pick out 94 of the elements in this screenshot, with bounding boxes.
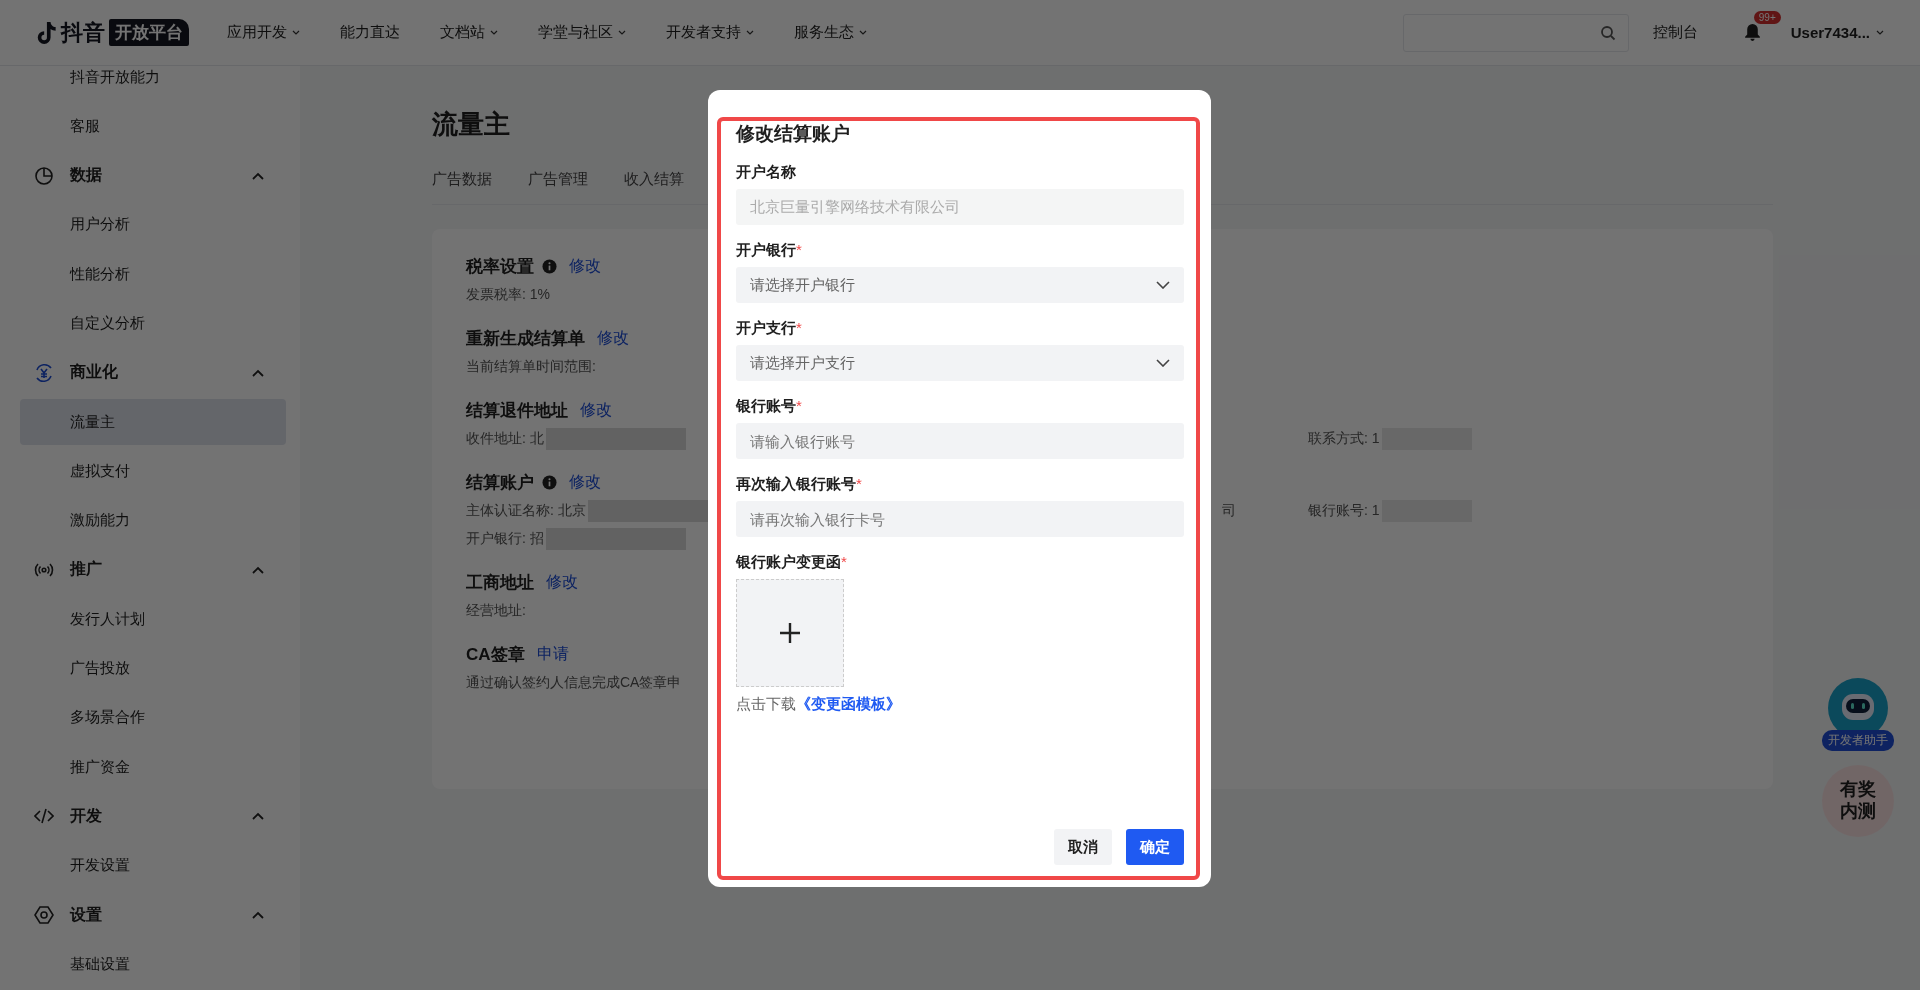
- field-text: 通过确认签约人信息完成CA签章申: [466, 674, 682, 692]
- sidebar-item[interactable]: 推广资金: [20, 744, 286, 791]
- caret-icon: [618, 30, 626, 35]
- field-text: 开户银行: 招: [466, 530, 544, 548]
- chevron-down-icon: [1156, 359, 1170, 367]
- tab[interactable]: 广告数据: [432, 164, 492, 204]
- field-label: 银行账号*: [736, 396, 803, 416]
- edit-link[interactable]: 修改: [569, 255, 601, 277]
- caret-icon: [1876, 30, 1884, 35]
- sidebar-item[interactable]: 抖音开放能力: [20, 66, 286, 100]
- chevron-icon: [252, 565, 264, 574]
- search-field[interactable]: [1402, 13, 1629, 52]
- input-field[interactable]: 请输入银行账号: [736, 423, 1184, 459]
- section-title: CA签章: [466, 643, 525, 666]
- field-label: 开户银行*: [736, 240, 803, 260]
- logo-text: 抖音: [61, 18, 105, 47]
- nav-link[interactable]: 服务生态: [794, 23, 867, 42]
- nav-link[interactable]: 文档站: [440, 23, 498, 42]
- field-label: 开户名称: [736, 162, 797, 182]
- info-icon: [542, 474, 557, 490]
- console-link[interactable]: 控制台: [1652, 23, 1698, 42]
- field-text: 当前结算单时间范围:: [466, 358, 596, 376]
- field-text: 银行账号: 1: [1308, 502, 1380, 520]
- sidebar-item[interactable]: 性能分析: [20, 251, 286, 298]
- field-text: 主体认证名称: 北京: [466, 502, 586, 520]
- sidebar-item[interactable]: 激励能力: [20, 497, 286, 544]
- input-field[interactable]: 请再次输入银行卡号: [736, 501, 1184, 537]
- section-title: 工商地址: [466, 571, 534, 594]
- field-text: 司: [1222, 502, 1236, 520]
- caret-icon: [292, 30, 300, 35]
- edit-link[interactable]: 修改: [580, 399, 612, 421]
- assistant-widget[interactable]: 开发者助手: [1822, 678, 1894, 751]
- tab[interactable]: 广告管理: [528, 164, 588, 204]
- sidebar-item[interactable]: 自定义分析: [20, 300, 286, 347]
- chevron-down-icon: [1156, 281, 1170, 289]
- chevron-icon: [252, 368, 264, 377]
- field-label: 银行账户变更函*: [736, 552, 848, 572]
- template-link[interactable]: 《变更函模板》: [796, 695, 901, 712]
- sidebar-group[interactable]: 商业化: [20, 349, 286, 396]
- section-title: 重新生成结算单: [466, 327, 585, 350]
- sidebar-group[interactable]: 设置: [20, 892, 286, 939]
- nav-link[interactable]: 能力直达: [340, 23, 400, 42]
- sidebar-item[interactable]: 虚拟支付: [20, 448, 286, 495]
- beta-widget[interactable]: 有奖内测: [1822, 765, 1894, 837]
- sidebar-item[interactable]: 流量主: [20, 399, 286, 446]
- confirm-button[interactable]: 确定: [1126, 829, 1184, 865]
- caret-icon: [746, 30, 754, 35]
- section-title: 结算账户: [466, 471, 534, 494]
- caret-icon: [859, 30, 867, 35]
- sidebar-group[interactable]: 数据: [20, 152, 286, 199]
- chevron-icon: [252, 171, 264, 180]
- field-label: 开户支行*: [736, 318, 803, 338]
- sidebar-item[interactable]: 客服: [20, 103, 286, 150]
- page-title: 流量主: [432, 108, 510, 141]
- field-text: 发票税率: 1%: [466, 286, 550, 304]
- edit-link[interactable]: 修改: [546, 571, 578, 593]
- field-text: 经营地址:: [466, 602, 526, 620]
- dialog-title: 修改结算账户: [736, 122, 851, 146]
- edit-link[interactable]: 修改: [569, 471, 601, 493]
- download-hint: 点击下载《变更函模板》: [736, 695, 902, 714]
- logo-badge: 开放平台: [109, 19, 189, 46]
- music-note-logo-icon: [35, 19, 57, 46]
- tab[interactable]: 收入结算: [624, 164, 684, 204]
- section-title: 税率设置: [466, 255, 534, 278]
- nav-link[interactable]: 应用开发: [227, 23, 300, 42]
- edit-link[interactable]: 修改: [597, 327, 629, 349]
- cancel-button[interactable]: 取消: [1054, 829, 1112, 865]
- bell-icon[interactable]: [1743, 23, 1761, 42]
- nav-link[interactable]: 开发者支持: [666, 23, 754, 42]
- chevron-icon: [252, 911, 264, 920]
- caret-icon: [490, 30, 498, 35]
- field-text: 联系方式: 1: [1308, 430, 1380, 448]
- nav-link[interactable]: 学堂与社区: [538, 23, 626, 42]
- field-label: 再次输入银行账号*: [736, 474, 863, 494]
- select-field[interactable]: 请选择开户支行: [736, 345, 1184, 381]
- sidebar-item[interactable]: 发行人计划: [20, 596, 286, 643]
- info-icon: [542, 258, 557, 274]
- edit-link[interactable]: 申请: [536, 643, 569, 665]
- search-icon: [1599, 24, 1616, 41]
- user-menu[interactable]: User7434...: [1790, 24, 1884, 41]
- chevron-icon: [252, 812, 264, 821]
- sidebar-item[interactable]: 广告投放: [20, 645, 286, 692]
- sidebar-item[interactable]: 多场景合作: [20, 694, 286, 741]
- select-field[interactable]: 请选择开户银行: [736, 267, 1184, 303]
- sidebar-item[interactable]: 基础设置: [20, 941, 286, 988]
- plus-icon: [778, 621, 802, 645]
- sidebar-item[interactable]: 开发设置: [20, 842, 286, 889]
- upload-box[interactable]: [736, 579, 844, 687]
- field-text: 收件地址: 北: [466, 430, 544, 448]
- sidebar-group[interactable]: 开发: [20, 793, 286, 840]
- notification-badge: 99+: [1753, 11, 1781, 24]
- section-title: 结算退件地址: [466, 399, 568, 422]
- sidebar-group[interactable]: 推广: [20, 546, 286, 593]
- sidebar-item[interactable]: 用户分析: [20, 201, 286, 248]
